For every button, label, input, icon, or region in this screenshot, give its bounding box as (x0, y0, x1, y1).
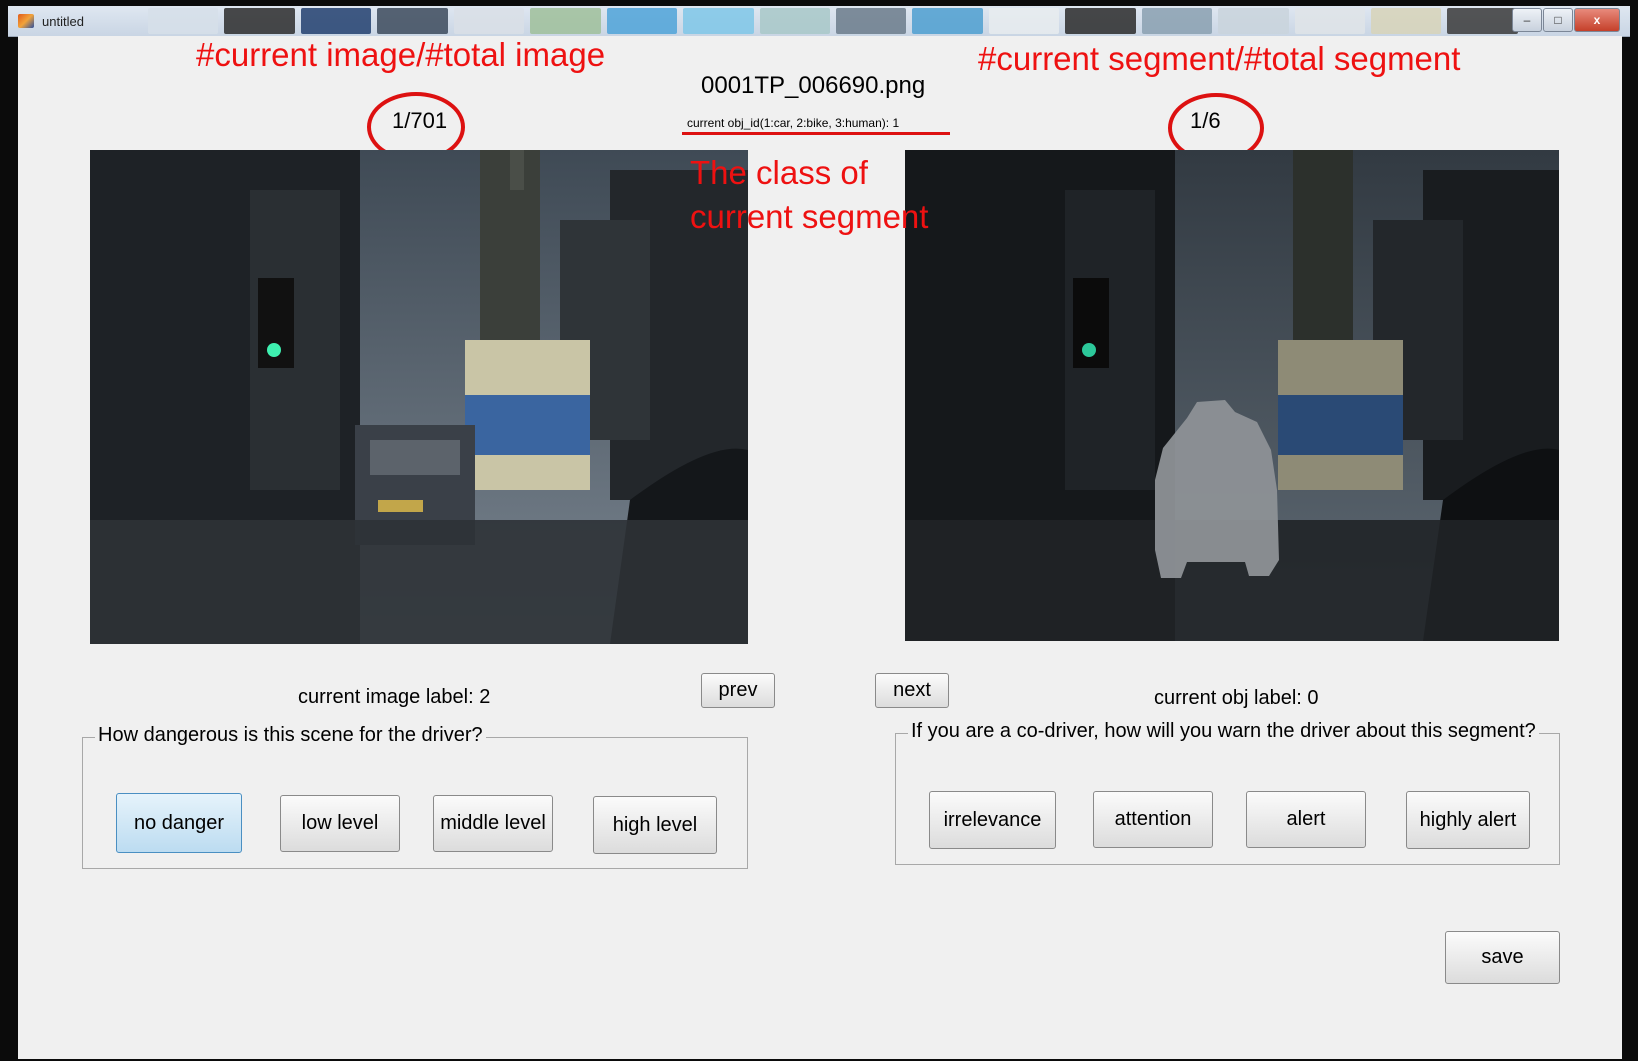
obj-id-label: current obj_id(1:car, 2:bike, 3:human): … (687, 116, 900, 130)
segment-class-caption-line2: current segment (690, 198, 929, 235)
current-image-label: current image label: 2 (298, 686, 491, 708)
image-counter-caption: #current image/#total image (196, 36, 606, 73)
minimize-button[interactable]: – (1512, 8, 1542, 32)
taskbar-thumbnails (148, 8, 1518, 34)
window-titlebar: untitled – □ x (8, 6, 1630, 37)
figure-client-area: #current image/#total image #current seg… (18, 36, 1622, 1059)
scene-image-left (90, 150, 748, 644)
alert-button[interactable]: alert (1246, 791, 1366, 848)
low-level-button[interactable]: low level (280, 795, 400, 852)
segment-image-right (905, 150, 1559, 641)
middle-level-button[interactable]: middle level (433, 795, 553, 852)
highly-alert-button[interactable]: highly alert (1406, 791, 1530, 849)
close-button[interactable]: x (1574, 8, 1620, 32)
prev-button[interactable]: prev (701, 673, 775, 708)
save-button[interactable]: save (1445, 931, 1560, 984)
filename-label: 0001TP_006690.png (701, 72, 926, 99)
segment-counter-caption: #current segment/#total segment (978, 40, 1461, 77)
maximize-button[interactable]: □ (1543, 8, 1573, 32)
attention-button[interactable]: attention (1093, 791, 1213, 848)
scene-danger-question: How dangerous is this scene for the driv… (95, 724, 486, 747)
current-obj-label: current obj label: 0 (1154, 687, 1319, 709)
no-danger-button[interactable]: no danger (116, 793, 242, 853)
next-button[interactable]: next (875, 673, 949, 708)
segment-warning-question: If you are a co-driver, how will you war… (908, 720, 1539, 743)
obj-id-underline (682, 132, 950, 135)
irrelevance-button[interactable]: irrelevance (929, 791, 1056, 849)
window-controls: – □ x (1512, 8, 1620, 32)
segment-class-caption-line1: The class of (690, 154, 868, 191)
high-level-button[interactable]: high level (593, 796, 717, 854)
window-title: untitled (42, 14, 84, 29)
matlab-icon (18, 14, 34, 28)
